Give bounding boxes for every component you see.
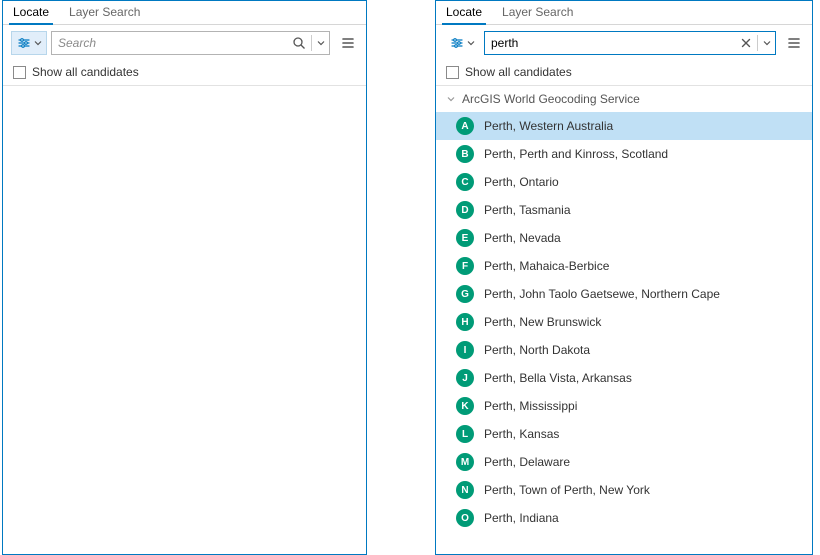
locate-panel-left: Locate Layer Search	[2, 0, 367, 555]
search-dropdown-button[interactable]	[759, 39, 775, 47]
result-marker-icon: A	[456, 117, 474, 135]
result-label: Perth, Indiana	[484, 511, 559, 525]
search-toolbar	[3, 25, 366, 61]
result-label: Perth, North Dakota	[484, 343, 590, 357]
result-item[interactable]: M Perth, Delaware	[436, 448, 812, 476]
tab-bar: Locate Layer Search	[3, 1, 366, 25]
separator	[757, 35, 758, 51]
tab-bar: Locate Layer Search	[436, 1, 812, 25]
search-box[interactable]	[484, 31, 776, 55]
chevron-down-icon	[467, 39, 475, 47]
result-marker-icon: F	[456, 257, 474, 275]
result-marker-icon: K	[456, 397, 474, 415]
result-item[interactable]: E Perth, Nevada	[436, 224, 812, 252]
result-marker-icon: D	[456, 201, 474, 219]
result-marker-icon: I	[456, 341, 474, 359]
result-marker-icon: B	[456, 145, 474, 163]
separator	[311, 35, 312, 51]
result-label: Perth, Delaware	[484, 455, 570, 469]
result-marker-icon: H	[456, 313, 474, 331]
result-item[interactable]: G Perth, John Taolo Gaetsewe, Northern Ca…	[436, 280, 812, 308]
result-marker-icon: E	[456, 229, 474, 247]
result-label: Perth, Tasmania	[484, 203, 571, 217]
show-all-checkbox[interactable]	[13, 66, 26, 79]
search-dropdown-button[interactable]	[313, 39, 329, 47]
show-all-label: Show all candidates	[465, 65, 572, 79]
result-label: Perth, Western Australia	[484, 119, 613, 133]
tab-layer-search[interactable]: Layer Search	[492, 1, 583, 24]
search-box[interactable]	[51, 31, 330, 55]
result-item[interactable]: K Perth, Mississippi	[436, 392, 812, 420]
clear-icon[interactable]	[736, 37, 756, 49]
result-label: Perth, Bella Vista, Arkansas	[484, 371, 632, 385]
show-all-checkbox[interactable]	[446, 66, 459, 79]
result-item[interactable]: A Perth, Western Australia	[436, 112, 812, 140]
result-item[interactable]: L Perth, Kansas	[436, 420, 812, 448]
filter-icon	[16, 35, 32, 51]
results-group-header[interactable]: ArcGIS World Geocoding Service	[436, 86, 812, 112]
result-marker-icon: O	[456, 509, 474, 527]
result-label: Perth, Town of Perth, New York	[484, 483, 650, 497]
result-label: Perth, John Taolo Gaetsewe, Northern Cap…	[484, 287, 720, 301]
filter-button[interactable]	[444, 31, 480, 55]
search-icon[interactable]	[288, 36, 310, 50]
result-item[interactable]: B Perth, Perth and Kinross, Scotland	[436, 140, 812, 168]
tab-locate[interactable]: Locate	[3, 1, 59, 24]
result-marker-icon: G	[456, 285, 474, 303]
result-label: Perth, Mahaica-Berbice	[484, 259, 609, 273]
result-item[interactable]: D Perth, Tasmania	[436, 196, 812, 224]
tab-locate[interactable]: Locate	[436, 1, 492, 24]
menu-button[interactable]	[338, 33, 358, 53]
group-title: ArcGIS World Geocoding Service	[462, 92, 640, 106]
chevron-down-icon	[446, 94, 456, 104]
result-item[interactable]: H Perth, New Brunswick	[436, 308, 812, 336]
result-marker-icon: N	[456, 481, 474, 499]
filter-button[interactable]	[11, 31, 47, 55]
tab-layer-search[interactable]: Layer Search	[59, 1, 150, 24]
result-item[interactable]: F Perth, Mahaica-Berbice	[436, 252, 812, 280]
result-item[interactable]: C Perth, Ontario	[436, 168, 812, 196]
results-area: ArcGIS World Geocoding Service A Perth, W…	[436, 86, 812, 554]
result-marker-icon: J	[456, 369, 474, 387]
filter-icon	[449, 35, 465, 51]
options-row: Show all candidates	[436, 61, 812, 86]
result-label: Perth, Kansas	[484, 427, 559, 441]
result-label: Perth, Perth and Kinross, Scotland	[484, 147, 668, 161]
result-item[interactable]: O Perth, Indiana	[436, 504, 812, 532]
locate-panel-right: Locate Layer Search	[435, 0, 813, 555]
show-all-label: Show all candidates	[32, 65, 139, 79]
result-marker-icon: M	[456, 453, 474, 471]
chevron-down-icon	[34, 39, 42, 47]
results-area	[3, 86, 366, 554]
result-label: Perth, Ontario	[484, 175, 559, 189]
search-toolbar	[436, 25, 812, 61]
result-item[interactable]: I Perth, North Dakota	[436, 336, 812, 364]
result-item[interactable]: J Perth, Bella Vista, Arkansas	[436, 364, 812, 392]
result-item[interactable]: N Perth, Town of Perth, New York	[436, 476, 812, 504]
result-marker-icon: C	[456, 173, 474, 191]
result-label: Perth, Mississippi	[484, 399, 577, 413]
menu-button[interactable]	[784, 33, 804, 53]
result-label: Perth, Nevada	[484, 231, 561, 245]
result-label: Perth, New Brunswick	[484, 315, 601, 329]
search-input[interactable]	[52, 36, 288, 50]
search-input[interactable]	[485, 36, 736, 50]
result-marker-icon: L	[456, 425, 474, 443]
options-row: Show all candidates	[3, 61, 366, 86]
